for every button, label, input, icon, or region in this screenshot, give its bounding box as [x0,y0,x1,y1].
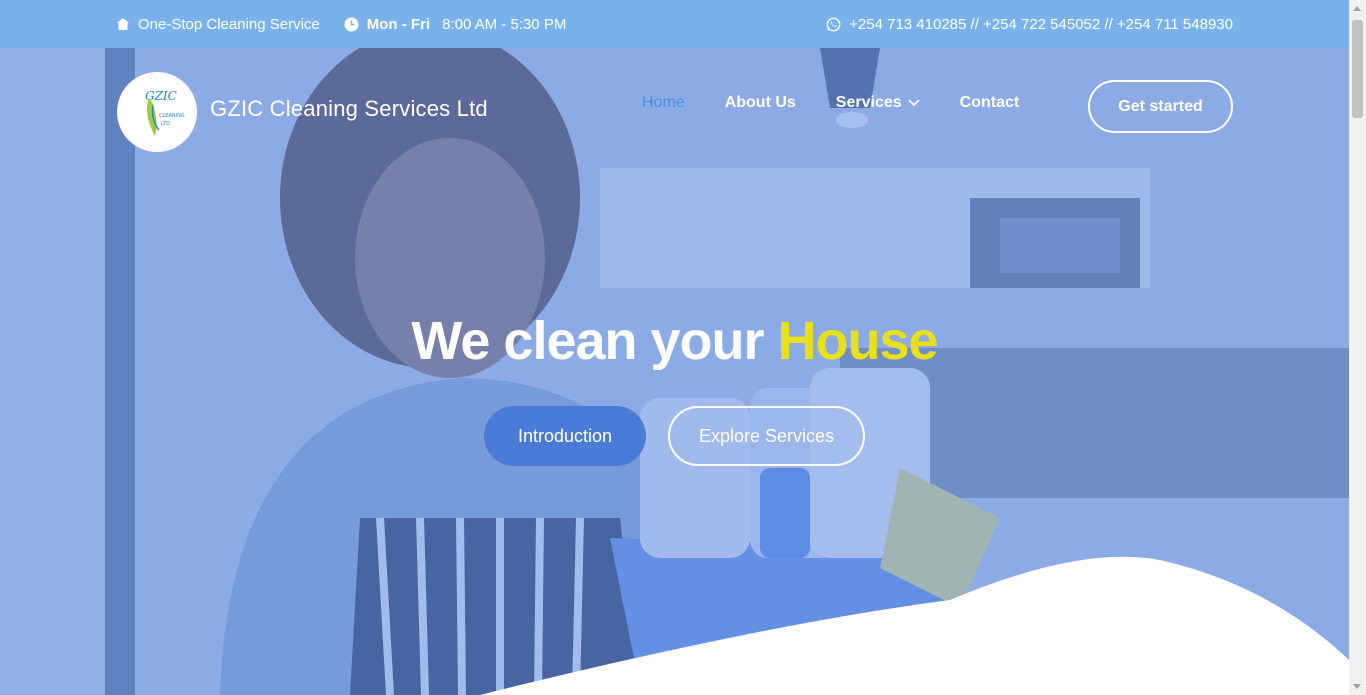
hero-section: GZIC CLEANING LTD GZIC Cleaning Services… [0,48,1349,695]
clock-icon [344,17,359,32]
introduction-button[interactable]: Introduction [484,406,646,466]
tagline-text: One-Stop Cleaning Service [138,15,320,33]
nav-about[interactable]: About Us [725,94,796,112]
top-info-bar: One-Stop Cleaning Service Mon - Fri 8:00… [0,0,1349,48]
nav-label-contact: Contact [959,94,1020,111]
nav-services[interactable]: Services [836,94,920,112]
hero-headline: We clean your House [0,310,1349,372]
nav-contact[interactable]: Contact [960,94,1020,112]
hours-days: Mon - Fri [366,15,431,33]
nav-home[interactable]: Home [642,94,685,112]
scrollbar-thumb[interactable] [1352,20,1363,118]
phone-numbers-text[interactable]: +254 713 410285 // +254 722 545052 // +2… [849,16,1233,33]
tagline: One-Stop Cleaning Service [116,16,320,33]
svg-text:LTD: LTD [161,121,170,127]
home-icon [116,17,130,31]
chevron-down-icon [908,94,920,112]
scroll-up-arrow-icon[interactable] [1353,6,1361,11]
nav-label-about: About Us [724,94,796,111]
nav-label-home: Home [642,94,685,111]
business-hours: Mon - Fri 8:00 AM - 5:30 PM [344,15,567,33]
svg-text:CLEANING: CLEANING [159,113,185,119]
gzic-logo: GZIC CLEANING LTD [145,89,185,136]
nav-label-services: Services [835,94,902,111]
whatsapp-icon [826,17,841,32]
headline-highlight: House [777,311,939,371]
explore-services-button[interactable]: Explore Services [668,406,865,466]
hero-wave-divider [480,556,1349,695]
topbar-left: One-Stop Cleaning Service Mon - Fri 8:00… [116,16,566,33]
get-started-button[interactable]: Get started [1088,80,1233,133]
hero-buttons: Introduction Explore Services [484,406,865,466]
phone-numbers: +254 713 410285 // +254 722 545052 // +2… [826,16,1233,33]
page-scrollbar[interactable] [1349,0,1366,695]
main-nav: Home About Us Services Contact [642,94,1059,112]
brand-name[interactable]: GZIC Cleaning Services Ltd [210,96,488,122]
scroll-down-arrow-icon[interactable] [1353,684,1361,689]
hours-time: 8:00 AM - 5:30 PM [442,15,567,33]
logo[interactable]: GZIC CLEANING LTD [117,72,197,152]
headline-prefix: We clean your [411,311,764,371]
